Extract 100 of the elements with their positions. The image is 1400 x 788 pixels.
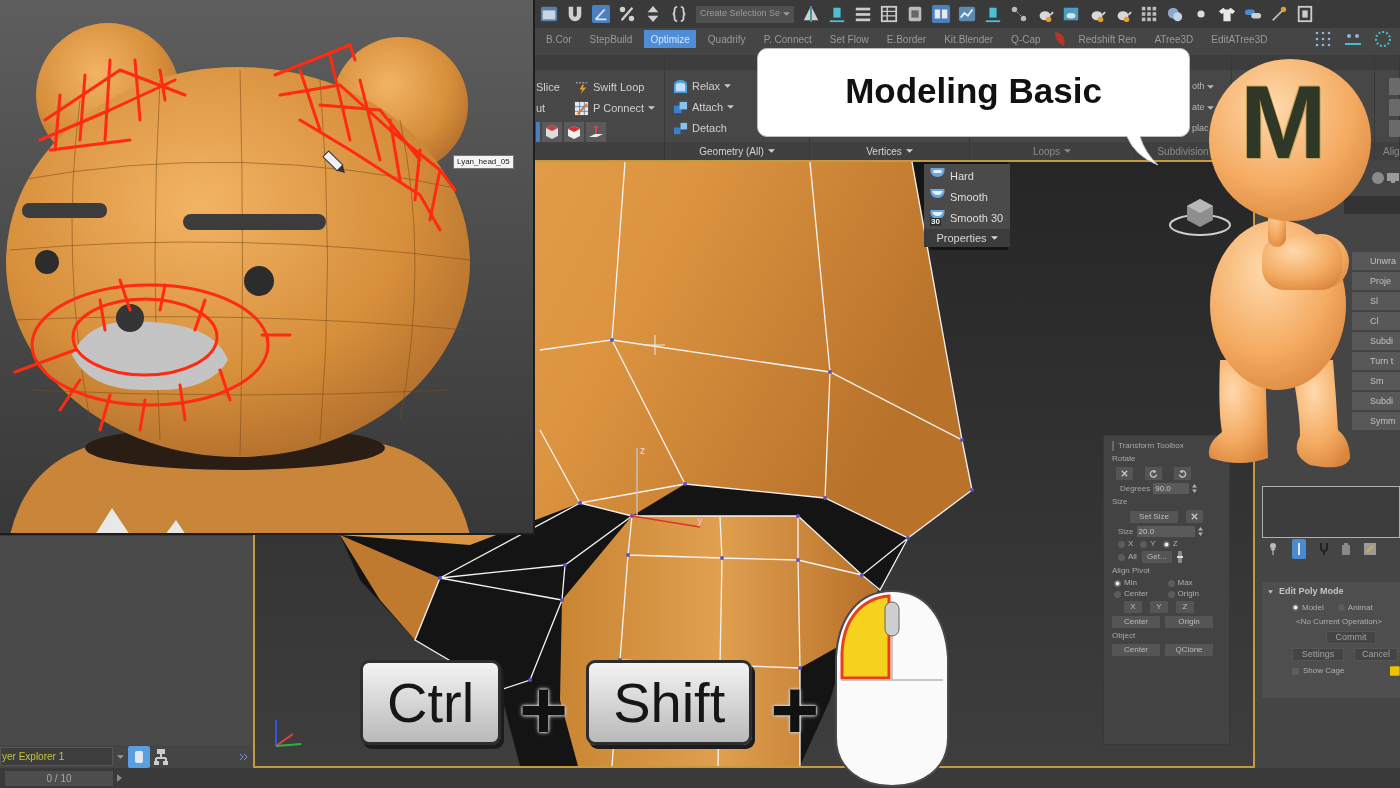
stack-toggle-icon[interactable] — [1292, 539, 1306, 559]
window-icon[interactable] — [540, 5, 558, 23]
name-field[interactable] — [1344, 196, 1400, 214]
panel-button[interactable]: Z — [1176, 601, 1194, 613]
spinner-icon[interactable] — [1192, 484, 1198, 493]
tile-icon[interactable] — [1389, 99, 1400, 116]
radio-option[interactable]: Model — [1292, 603, 1324, 612]
pushpin-icon[interactable] — [1268, 543, 1278, 555]
panel-button[interactable]: Center — [1112, 616, 1160, 628]
radio-option[interactable]: Origin — [1167, 590, 1221, 598]
braces-icon[interactable] — [670, 5, 688, 23]
ribbon-button[interactable]: ate — [1192, 99, 1214, 117]
graph-icon[interactable] — [958, 5, 976, 23]
ribbon-tab[interactable]: StepBuild — [583, 30, 639, 48]
ribbon-button[interactable]: plac — [1192, 120, 1209, 138]
ribbon-button[interactable]: Attach — [673, 98, 735, 116]
ribbon-tab[interactable]: EditATree3D — [1205, 30, 1274, 48]
radio-option[interactable]: Center — [1114, 590, 1168, 598]
double-chevron-icon[interactable] — [240, 753, 247, 760]
square-frame-icon[interactable] — [906, 5, 924, 23]
sphere-icon[interactable] — [1372, 172, 1384, 184]
menu-item[interactable]: Smooth — [924, 187, 1010, 208]
rollout-title[interactable]: Edit Poly Mode — [1279, 585, 1344, 599]
frame-icon[interactable] — [1296, 5, 1314, 23]
ribbon-button[interactable]: Slice — [536, 78, 572, 96]
menu-item[interactable]: Hard — [924, 166, 1010, 187]
spinner-icon[interactable] — [1197, 527, 1203, 536]
modifier-button[interactable]: Subdi — [1352, 332, 1400, 350]
grid-icon[interactable] — [1140, 5, 1158, 23]
panel-label[interactable]: Geometry (All) — [699, 143, 764, 159]
ribbon-tab[interactable]: Optimize — [644, 30, 696, 48]
dot-grid-icon[interactable] — [1314, 30, 1332, 48]
radio-option[interactable]: Animat — [1337, 603, 1373, 612]
magnet-icon[interactable] — [566, 5, 584, 23]
render-window-icon[interactable] — [1062, 5, 1080, 23]
align-icon[interactable] — [984, 5, 1002, 23]
monitor-icon[interactable] — [1387, 173, 1399, 183]
ribbon-button[interactable]: oth — [1192, 78, 1214, 96]
ribbon-tab[interactable]: P. Connect — [757, 30, 818, 48]
modifier-button[interactable]: Cl — [1352, 312, 1400, 330]
ribbon-tab[interactable]: ATree3D — [1148, 30, 1200, 48]
layers-icon[interactable] — [128, 745, 150, 768]
modifier-button[interactable]: Unwra — [1352, 252, 1400, 270]
spheres-icon[interactable] — [1166, 5, 1184, 23]
menu-item[interactable]: 30 Smooth 30 — [924, 208, 1010, 229]
icon-button[interactable] — [1116, 467, 1133, 480]
panel-label[interactable]: Properties — [924, 229, 1010, 247]
icon-button[interactable] — [1145, 467, 1162, 480]
icon-button[interactable] — [1174, 467, 1191, 480]
number-field[interactable]: 90.0 — [1153, 483, 1190, 494]
list-icon[interactable] — [854, 5, 872, 23]
panel-button[interactable]: Get... — [1141, 551, 1172, 563]
tile-icon[interactable] — [1389, 120, 1400, 137]
modifier-button[interactable]: Subdi — [1352, 392, 1400, 410]
hierarchy-icon[interactable] — [154, 748, 168, 765]
mirror-icon[interactable] — [802, 5, 820, 23]
chevron-right-icon[interactable] — [117, 774, 122, 782]
slider-icon[interactable] — [1176, 551, 1183, 563]
align-icon[interactable] — [828, 5, 846, 23]
ribbon-tab[interactable]: Quadrify — [701, 30, 752, 48]
percent-icon[interactable] — [618, 5, 636, 23]
trash-icon[interactable] — [1342, 543, 1350, 555]
panel-button[interactable]: QClone — [1165, 644, 1213, 656]
number-field[interactable]: 20.0 — [1136, 526, 1195, 537]
ribbon-button[interactable]: Relax — [673, 77, 732, 95]
modifier-button[interactable]: Symm — [1352, 412, 1400, 430]
caret-icon[interactable] — [1268, 590, 1273, 594]
columns-icon[interactable] — [932, 5, 950, 23]
ribbon-button[interactable]: P Connect — [574, 99, 656, 117]
radio-option[interactable]: All — [1118, 553, 1137, 561]
selection-set-dropdown[interactable]: Create Selection Se — [696, 5, 794, 23]
modifier-button[interactable]: Proje — [1352, 272, 1400, 290]
radio-option[interactable]: Z — [1162, 540, 1178, 548]
ribbon-tab[interactable]: Redshift Ren — [1072, 30, 1143, 48]
angle-icon[interactable] — [592, 5, 610, 23]
ribbon-tab[interactable]: Kit.Blender — [938, 30, 1000, 48]
panel-button[interactable]: Center — [1112, 644, 1160, 656]
nodes-icon[interactable] — [1010, 5, 1028, 23]
shaded-cube-icon[interactable] — [564, 122, 584, 142]
modifier-stack-list[interactable] — [1262, 486, 1400, 538]
modifier-button[interactable]: Turn t — [1352, 352, 1400, 370]
ribbon-tab[interactable]: Q-Cap — [1005, 30, 1047, 48]
panel-button[interactable]: Origin — [1165, 616, 1213, 628]
panel-button[interactable]: X — [1124, 601, 1142, 613]
dotted-circle-icon[interactable] — [1374, 30, 1392, 48]
panel-label[interactable]: Vertices — [866, 143, 902, 159]
panel-button[interactable]: Set Size — [1130, 510, 1178, 523]
color-swatch-icon[interactable] — [1390, 666, 1400, 676]
icon-button[interactable] — [1186, 510, 1203, 523]
panel-button[interactable]: Y — [1150, 601, 1168, 613]
radio-option[interactable]: X — [1118, 540, 1134, 548]
transform-gizmo[interactable] — [631, 447, 701, 528]
ribbon-button[interactable]: ut — [536, 99, 572, 117]
ribbon-button[interactable]: Detach — [673, 119, 727, 137]
ribbon-button[interactable]: Swift Loop — [574, 78, 645, 96]
ribbon-tab[interactable]: E.Border — [880, 30, 933, 48]
checkbox-option[interactable]: Show Cage — [1292, 665, 1345, 677]
radio-option[interactable]: Min — [1114, 579, 1168, 587]
table-icon[interactable] — [880, 5, 898, 23]
ribbon-tab[interactable]: B.Cor — [540, 30, 578, 48]
